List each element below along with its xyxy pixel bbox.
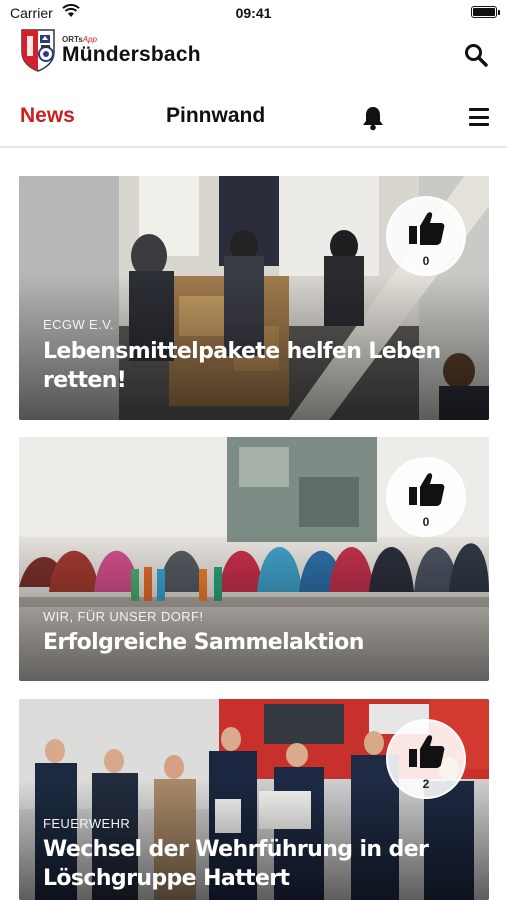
article-title[interactable]: Erfolgreiche Sammelaktion [43,628,459,657]
menu-icon[interactable] [469,108,489,126]
article-category: ECGW E.V. [43,317,115,332]
status-bar: Carrier 09:41 [0,0,507,28]
battery-icon [471,6,500,18]
clock: 09:41 [235,5,272,21]
crest-logo [21,29,55,72]
like-button[interactable]: 0 [386,457,466,537]
tab-bar: News Pinnwand [0,96,507,140]
like-button[interactable]: 2 [386,719,466,799]
thumbs-up-icon [409,212,445,245]
app-logo[interactable]: ORTsApp Mündersbach [20,28,201,72]
like-button[interactable]: 0 [386,196,466,276]
app-title: Mündersbach [62,42,201,66]
news-card[interactable]: 0 WIR, FÜR UNSER DORF! Erfolgreiche Samm… [19,437,489,681]
thumbs-up-icon [409,735,445,768]
like-count: 0 [422,254,430,268]
tab-news[interactable]: News [20,104,75,128]
article-title[interactable]: Lebensmittelpakete helfen Leben retten! [43,337,459,395]
bell-icon[interactable] [361,105,385,131]
tab-pinnwand[interactable]: Pinnwand [166,104,265,128]
article-title[interactable]: Wechsel der Wehrführung in der Löschgrup… [43,835,459,893]
article-category: FEUERWEHR [43,816,131,831]
news-card[interactable]: 0 ECGW E.V. Lebensmittelpakete helfen Le… [19,176,489,420]
app-header: ORTsApp Mündersbach [0,28,507,76]
article-category: WIR, FÜR UNSER DORF! [43,609,204,624]
like-count: 0 [422,515,430,529]
news-card[interactable]: 2 FEUERWEHR Wechsel der Wehrführung in d… [19,699,489,900]
thumbs-up-icon [409,473,445,506]
search-icon[interactable] [463,42,489,68]
header-divider [0,146,507,148]
like-count: 2 [422,777,430,791]
